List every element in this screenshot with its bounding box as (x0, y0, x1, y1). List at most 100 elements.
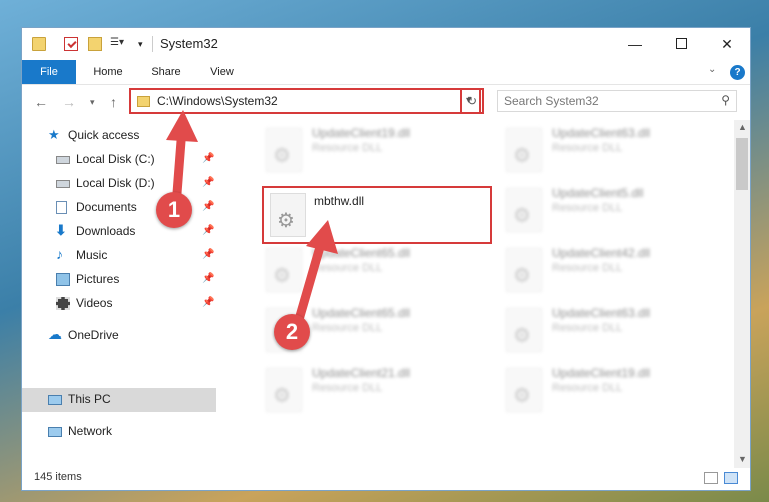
list-item[interactable]: ⚙ UpdateClient42.dll Resource DLL (496, 244, 726, 300)
list-item[interactable]: ⚙ UpdateClient19.dll Resource DLL (496, 364, 726, 420)
sidebar-item-label: Local Disk (D:) (76, 176, 155, 190)
list-item[interactable]: ⚙ UpdateClient63.dll Resource DLL (496, 124, 726, 180)
properties-icon[interactable] (64, 37, 78, 51)
file-type: Resource DLL (312, 262, 383, 274)
close-button[interactable]: ✕ (704, 28, 750, 60)
file-name: UpdateClient19.dll (552, 366, 651, 380)
file-type: Resource DLL (552, 262, 623, 274)
drive-icon (56, 180, 70, 188)
sidebar-item-onedrive[interactable]: ☁ OneDrive (22, 324, 216, 348)
list-item[interactable]: ⚙ UpdateClient63.dll Resource DLL (496, 304, 726, 360)
sidebar-item-quick-access[interactable]: ★ Quick access (22, 124, 216, 148)
window-title: System32 (160, 36, 218, 51)
list-item[interactable]: ⚙ UpdateClient65.dll Resource DLL (256, 244, 486, 300)
vertical-scrollbar[interactable]: ▲ ▼ (734, 120, 750, 470)
tab-home[interactable]: Home (84, 60, 132, 84)
recent-locations-button[interactable]: ▾ (90, 97, 95, 108)
sidebar-item-local-disk-d[interactable]: Local Disk (D:) 📌 (22, 172, 216, 196)
list-item[interactable]: ⚙ UpdateClient21.dll Resource DLL (256, 364, 486, 420)
pin-icon[interactable]: 📌 (202, 249, 214, 260)
pin-icon[interactable]: 📌 (202, 177, 214, 188)
file-type: Resource DLL (312, 322, 383, 334)
status-bar: 145 items (22, 468, 750, 490)
scroll-down-icon[interactable]: ▼ (738, 454, 747, 464)
pin-icon[interactable]: 📌 (202, 297, 214, 308)
address-path[interactable]: C:\Windows\System32 (157, 94, 278, 108)
pin-icon[interactable]: 📌 (202, 153, 214, 164)
folder-icon (32, 37, 46, 51)
tab-file[interactable]: File (22, 60, 76, 84)
file-type: Resource DLL (552, 382, 623, 394)
sidebar-item-label: Local Disk (C:) (76, 152, 155, 166)
customize-toolbar-icon[interactable]: ☰▾ (110, 37, 132, 51)
new-folder-icon[interactable] (88, 37, 102, 51)
maximize-button[interactable] (658, 28, 704, 60)
up-button[interactable]: ↑ (110, 94, 117, 110)
explorer-window: ☰▾ ▾ System32 — ✕ File Home Share View ⌄… (22, 28, 750, 490)
file-name: mbthw.dll (314, 194, 365, 208)
search-input[interactable]: Search System32 ⚲ (497, 90, 737, 112)
back-button[interactable]: ← (34, 94, 48, 110)
sidebar-item-label: Network (68, 424, 113, 438)
sidebar-item-label: Pictures (76, 272, 120, 286)
step-2-badge: 2 (274, 314, 310, 350)
details-view-icon[interactable] (704, 472, 718, 484)
toolbar-dropdown-icon[interactable]: ▾ (138, 39, 152, 53)
pin-icon[interactable]: 📌 (202, 201, 214, 212)
file-name: UpdateClient5.dll (552, 186, 644, 200)
mbthw-file-item[interactable]: ⚙ mbthw.dll (262, 186, 492, 244)
dll-file-icon: ⚙ (270, 193, 306, 237)
forward-button[interactable]: → (62, 94, 76, 110)
list-item[interactable]: ⚙ UpdateClient5.dll Resource DLL (496, 184, 726, 240)
search-icon[interactable]: ⚲ (721, 93, 730, 107)
large-icons-view-icon[interactable] (724, 472, 738, 484)
dll-file-icon: ⚙ (266, 368, 302, 412)
address-bar[interactable]: C:\Windows\System32 ▾ (129, 88, 481, 114)
navigation-bar: ← → ▾ ↑ C:\Windows\System32 ▾ ↻ Search S… (22, 85, 750, 119)
ribbon: File Home Share View ⌄ ? (22, 60, 750, 85)
file-name: UpdateClient65.dll (312, 306, 411, 320)
maximize-icon (675, 38, 687, 49)
network-icon (48, 427, 62, 437)
sidebar-item-this-pc[interactable]: This PC (22, 388, 216, 412)
help-icon[interactable]: ? (730, 65, 745, 80)
sidebar-item-label: Documents (76, 200, 137, 214)
title-separator (152, 36, 153, 52)
tab-view[interactable]: View (198, 60, 246, 84)
file-list: ⚙ UpdateClient19.dll Resource DLL ⚙ Upda… (234, 120, 734, 460)
file-type: Resource DLL (552, 202, 623, 214)
scrollbar-thumb[interactable] (736, 138, 748, 190)
file-type: Resource DLL (312, 142, 383, 154)
scroll-up-icon[interactable]: ▲ (738, 122, 747, 132)
file-type: Resource DLL (552, 322, 623, 334)
pin-icon[interactable]: 📌 (202, 273, 214, 284)
pin-icon[interactable]: 📌 (202, 225, 214, 236)
dll-file-icon: ⚙ (266, 128, 302, 172)
sidebar-item-label: Downloads (76, 224, 136, 238)
sidebar-item-label: Quick access (68, 128, 140, 142)
sidebar-item-label: This PC (68, 392, 111, 406)
address-folder-icon (137, 96, 150, 107)
sidebar-item-pictures[interactable]: Pictures 📌 (22, 268, 216, 292)
minimize-button[interactable]: — (612, 28, 658, 60)
dll-file-icon: ⚙ (506, 128, 542, 172)
download-icon: ⬇ (55, 222, 67, 238)
tab-share[interactable]: Share (142, 60, 190, 84)
sidebar-item-music[interactable]: ♪ Music 📌 (22, 244, 216, 268)
file-name: UpdateClient19.dll (312, 126, 411, 140)
file-name: UpdateClient63.dll (552, 126, 651, 140)
step-1-badge: 1 (156, 192, 192, 228)
sidebar-item-label: Videos (76, 296, 113, 310)
file-name: UpdateClient63.dll (552, 306, 651, 320)
sidebar-item-videos[interactable]: Videos 📌 (22, 292, 216, 316)
navigation-pane: ★ Quick access Local Disk (C:) 📌 Local D… (22, 120, 216, 460)
expand-ribbon-icon[interactable]: ⌄ (708, 64, 716, 75)
file-name: UpdateClient42.dll (552, 246, 651, 260)
list-item[interactable]: ⚙ UpdateClient19.dll Resource DLL (256, 124, 486, 180)
title-bar: ☰▾ ▾ System32 — ✕ (22, 28, 750, 60)
dll-file-icon: ⚙ (506, 248, 542, 292)
refresh-button[interactable]: ↻ (460, 88, 484, 114)
sidebar-item-network[interactable]: Network (22, 420, 216, 444)
sidebar-item-local-disk-c[interactable]: Local Disk (C:) 📌 (22, 148, 216, 172)
sidebar-item-downloads[interactable]: ⬇ Downloads 📌 (22, 220, 216, 244)
